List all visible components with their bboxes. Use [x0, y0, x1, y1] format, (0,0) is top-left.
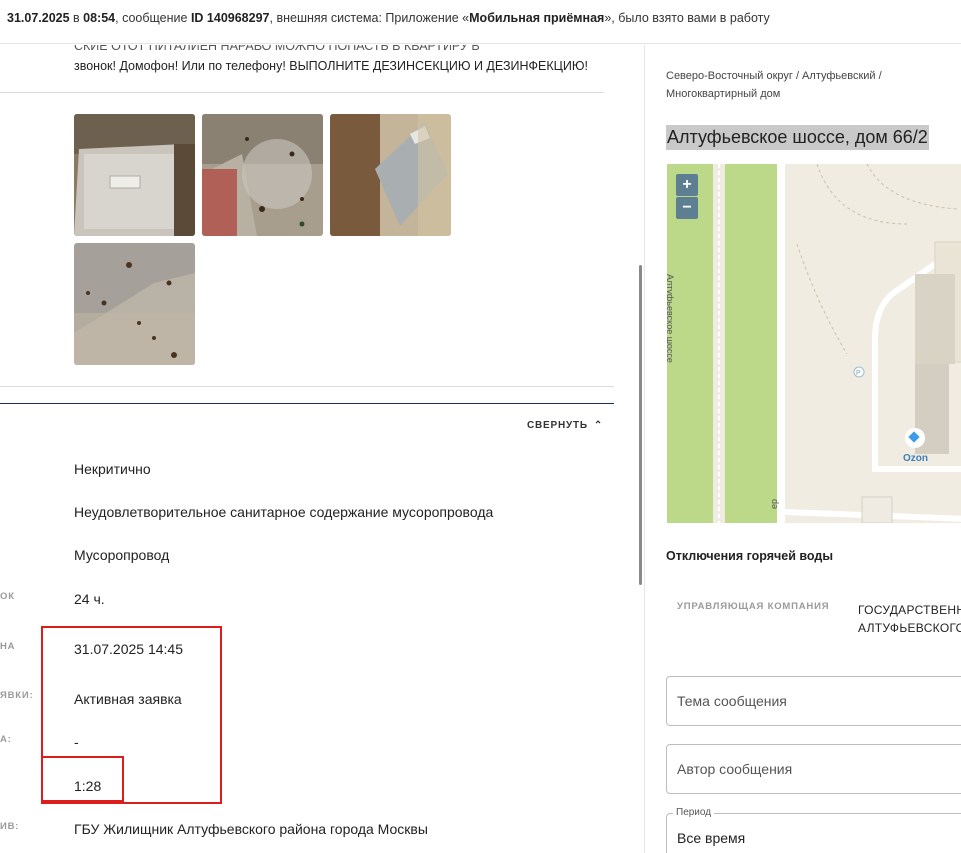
- notification-system-name: Мобильная приёмная: [469, 11, 605, 25]
- author-input[interactable]: Автор сообщения: [666, 744, 961, 794]
- notification-text: 31.07.2025 в 08:54, сообщение ID 1409682…: [7, 11, 770, 25]
- chevron-up-icon: ⌃: [593, 420, 604, 431]
- notification-msg-prefix: , сообщение: [115, 11, 191, 25]
- notification-bar: 31.07.2025 в 08:54, сообщение ID 1409682…: [0, 0, 961, 44]
- highlight-box-small: [41, 756, 124, 802]
- notification-time: 08:54: [83, 11, 116, 25]
- uk-value: ГОСУДАРСТВЕННОЕ АЛТУФЬЕВСКОГО: [858, 601, 961, 637]
- executor-label: ИВ:: [0, 821, 20, 832]
- photo-thumbnail-1[interactable]: [74, 114, 195, 236]
- map-road-label: Алтуфьевское шоссе: [667, 274, 675, 363]
- request-details-panel: СКИЕ ОТОТ ПИТАЛИЕН НАРАВО МОЖНО ПОПАСТЬ …: [0, 45, 644, 853]
- request-description: СКИЕ ОТОТ ПИТАЛИЕН НАРАВО МОЖНО ПОПАСТЬ …: [74, 45, 604, 76]
- collapse-button[interactable]: СВЕРНУТЬ ⌃: [527, 420, 603, 431]
- hot-water-title: Отключения горячей воды: [666, 549, 834, 563]
- zoom-out-button[interactable]: −: [676, 197, 698, 219]
- photo-thumbnail-4[interactable]: [74, 243, 195, 365]
- scrollbar[interactable]: [639, 265, 642, 585]
- notification-suffix: », было взято вами в работу: [604, 11, 770, 25]
- notification-sys-prefix: , внешняя система: Приложение «: [269, 11, 470, 25]
- period-select[interactable]: Все время: [666, 813, 961, 853]
- breadcrumb: Северо-Восточный округ / Алтуфьевский / …: [666, 70, 882, 100]
- uk-label: УПРАВЛЯЮЩАЯ КОМПАНИЯ: [677, 601, 830, 612]
- executor-value: ГБУ Жилищник Алтуфьевского района города…: [74, 821, 428, 837]
- map-road-label-2: ер: [769, 499, 779, 509]
- category-value: Мусоропровод: [74, 547, 170, 563]
- divider: [0, 386, 614, 387]
- map[interactable]: P Ozon Алтуфьевское шоссе ер + −: [667, 164, 961, 523]
- uk-value-line-2: АЛТУФЬЕВСКОГО: [858, 621, 961, 635]
- status-label: ЯВКИ:: [0, 690, 34, 701]
- collapse-label: СВЕРНУТЬ: [527, 420, 588, 431]
- notification-msg-id: ID 140968297: [190, 11, 270, 25]
- deadline-value: 24 ч.: [74, 591, 105, 607]
- subject-input[interactable]: Тема сообщения: [666, 676, 961, 726]
- period-value: Все время: [677, 830, 746, 846]
- period-label: Период: [673, 807, 715, 818]
- due-label: НА: [0, 641, 16, 652]
- address-panel: Северо-Восточный округ / Алтуфьевский / …: [645, 45, 961, 853]
- map-poi-ozon[interactable]: Ozon: [903, 453, 928, 464]
- divider: [0, 92, 604, 93]
- photo-thumbnail-3[interactable]: [330, 114, 451, 236]
- problem-value: Неудовлетворительное санитарное содержан…: [74, 504, 494, 520]
- description-partial-line: СКИЕ ОТОТ ПИТАЛИЕН НАРАВО МОЖНО ПОПАСТЬ …: [74, 45, 480, 53]
- address-title: Алтуфьевское шоссе, дом 66/2: [666, 125, 929, 150]
- zoom-in-button[interactable]: +: [676, 174, 698, 196]
- description-text: звонок! Домофон! Или по телефону! ВЫПОЛН…: [74, 59, 588, 73]
- photo-thumbnail-2[interactable]: [202, 114, 323, 236]
- priority-value: Некритично: [74, 461, 151, 477]
- notification-date: 31.07.2025: [7, 11, 70, 25]
- notification-in: в: [69, 11, 84, 25]
- app-root: 31.07.2025 в 08:54, сообщение ID 1409682…: [0, 0, 961, 853]
- uk-value-line-1: ГОСУДАРСТВЕННОЕ: [858, 603, 961, 617]
- section-divider: [0, 403, 614, 404]
- map-parking-label: P: [856, 370, 861, 377]
- field-label-a: А:: [0, 734, 12, 745]
- deadline-label: ОК: [0, 591, 15, 602]
